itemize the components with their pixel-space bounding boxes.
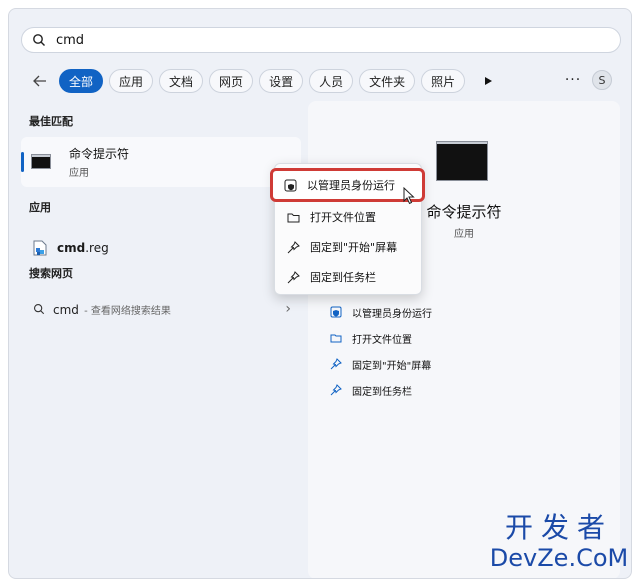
context-menu: 以管理员身份运行 打开文件位置 固定到"开始"屏幕 固定到任务栏 [270, 163, 425, 295]
web-query: cmd [53, 302, 79, 317]
action-pin-to-start[interactable]: 固定到"开始"屏幕 [330, 351, 432, 377]
admin-shield-icon [284, 179, 297, 191]
app-name-rest: .reg [85, 241, 109, 255]
play-icon[interactable] [477, 70, 499, 92]
search-input[interactable]: cmd [56, 33, 84, 48]
filter-apps[interactable]: 应用 [109, 69, 154, 93]
registry-file-icon [33, 240, 47, 256]
back-arrow-icon[interactable] [29, 70, 51, 92]
menu-pin-to-taskbar[interactable]: 固定到任务栏 [275, 262, 423, 292]
filter-settings[interactable]: 设置 [259, 69, 304, 93]
action-open-file-location[interactable]: 打开文件位置 [330, 325, 432, 351]
filter-people[interactable]: 人员 [309, 69, 354, 93]
menu-pin-to-start[interactable]: 固定到"开始"屏幕 [275, 232, 423, 262]
section-web-search: 搜索网页 [29, 267, 73, 280]
detail-actions: 以管理员身份运行 打开文件位置 固定到"开始"屏幕 固定到任务栏 [330, 299, 432, 403]
app-name-bold: cmd [57, 241, 86, 255]
filter-documents[interactable]: 文档 [159, 69, 204, 93]
avatar[interactable]: S [592, 70, 612, 90]
pin-icon [330, 384, 342, 396]
search-box[interactable]: cmd [21, 27, 621, 53]
web-sub: - 查看网络搜索结果 [80, 305, 171, 317]
more-options-button[interactable]: ··· [562, 69, 584, 91]
watermark-en: DevZe.CoM [489, 544, 629, 572]
best-match-item[interactable]: 命令提示符 应用 [21, 137, 301, 187]
pin-icon [287, 240, 300, 253]
filter-bar: 全部 应用 文档 网页 设置 人员 文件夹 照片 [29, 68, 499, 94]
section-best-match: 最佳匹配 [29, 115, 73, 128]
watermark: 开发者 DevZe.CoM [484, 511, 634, 573]
pin-icon [287, 270, 300, 283]
best-match-type: 应用 [69, 168, 89, 179]
admin-shield-icon [330, 306, 342, 318]
chevron-right-icon[interactable]: › [285, 301, 291, 317]
command-prompt-icon [31, 154, 51, 169]
action-pin-to-taskbar[interactable]: 固定到任务栏 [330, 377, 432, 403]
mouse-cursor-icon [403, 187, 415, 205]
search-icon [33, 34, 45, 46]
selection-indicator [21, 152, 24, 172]
pin-icon [330, 358, 342, 370]
command-prompt-large-icon [436, 141, 488, 181]
filter-folders[interactable]: 文件夹 [359, 69, 416, 93]
menu-open-file-location[interactable]: 打开文件位置 [275, 202, 423, 232]
folder-icon [330, 334, 342, 343]
filter-photos[interactable]: 照片 [421, 69, 466, 93]
action-run-as-admin[interactable]: 以管理员身份运行 [330, 299, 432, 325]
folder-icon [287, 213, 300, 222]
watermark-cn: 开发者 [504, 511, 613, 544]
app-item-cmd-reg[interactable]: cmd.reg [33, 237, 109, 259]
filter-all[interactable]: 全部 [59, 69, 104, 93]
filter-web[interactable]: 网页 [209, 69, 254, 93]
section-apps: 应用 [29, 201, 51, 214]
search-icon [33, 303, 45, 315]
best-match-name: 命令提示符 [69, 147, 130, 161]
menu-run-as-admin[interactable]: 以管理员身份运行 [270, 168, 425, 202]
web-search-item[interactable]: cmd - 查看网络搜索结果 › [33, 297, 293, 321]
start-search-window: cmd 全部 应用 文档 网页 设置 人员 文件夹 照片 ··· S 最佳匹配 … [8, 8, 632, 579]
